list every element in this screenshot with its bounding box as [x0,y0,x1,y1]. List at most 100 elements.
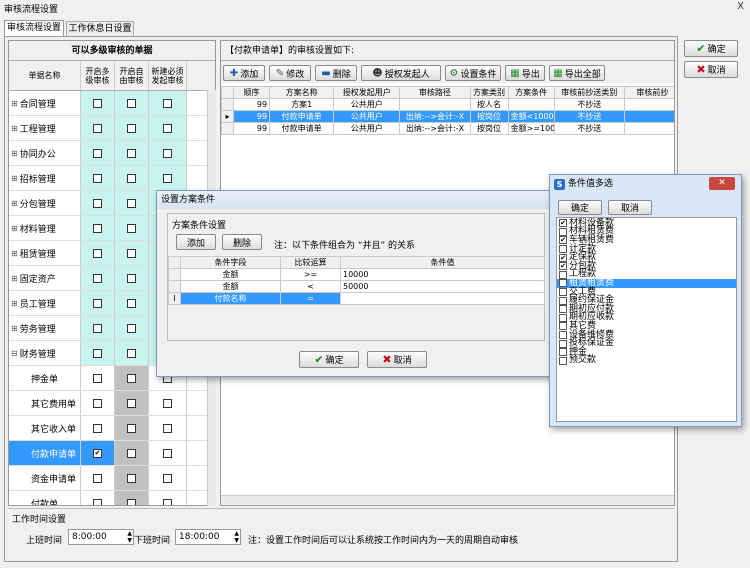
scheme-row[interactable]: ▸ 99 付款申请单 公共用户 出纳:-->会计:-X 按岗位 金额<1000 不抄送 [221,110,674,123]
row-checkbox[interactable] [127,223,136,233]
right-hscroll[interactable] [221,495,674,505]
row-checkbox[interactable] [127,198,136,208]
row-checkbox[interactable] [163,423,172,433]
row-checkbox[interactable]: ✔ [93,448,102,458]
tree-toggle-icon[interactable]: ⊞ [11,324,18,333]
row-checkbox[interactable] [163,473,172,483]
left-row[interactable]: ⊞ 合同管理 [9,91,215,116]
multiselect-checkbox[interactable] [559,331,567,340]
tree-toggle-icon[interactable]: ⊞ [11,174,18,183]
row-checkbox[interactable] [163,498,172,505]
row-checkbox[interactable] [93,348,102,358]
multiselect-checkbox[interactable] [559,227,567,236]
row-checkbox[interactable] [93,273,102,283]
left-row[interactable]: ⊞ 协同办公 [9,141,215,166]
tree-toggle-icon[interactable]: ⊞ [11,274,18,283]
row-checkbox[interactable] [163,148,172,158]
left-row[interactable]: 付款单 [9,491,215,505]
row-checkbox[interactable] [93,373,102,383]
tab-workday[interactable]: 工作休息日设置 [66,21,134,36]
dialog-ok-button[interactable]: ✔ 确定 [299,351,359,368]
multiselect-checkbox[interactable] [559,322,567,331]
row-checkbox[interactable] [163,98,172,108]
scheme-row[interactable]: 99 方案1 公共用户 按人名 不抄送 [221,98,674,111]
row-checkbox[interactable] [127,123,136,133]
row-checkbox[interactable] [93,148,102,158]
row-checkbox[interactable] [163,448,172,458]
condition-row[interactable]: 金额 <50000 [168,280,545,293]
toolbar-button-4[interactable]: ⚙ 设置条件 [445,65,501,81]
tree-toggle-icon[interactable]: ⊞ [11,149,18,158]
row-checkbox[interactable] [93,223,102,233]
left-row[interactable]: 付款申请单 ✔ [9,441,215,466]
condition-row[interactable]: I 付款名称 = [168,292,545,305]
close-icon[interactable]: X [737,1,744,12]
row-checkbox[interactable] [163,398,172,408]
tree-toggle-icon[interactable]: ⊞ [11,224,18,233]
condition-cell[interactable]: 10000 [340,268,545,281]
row-checkbox[interactable] [93,248,102,258]
condition-cell[interactable]: 付款名称 [180,292,281,305]
multiselect-checkbox[interactable]: ✔ [559,279,567,288]
row-checkbox[interactable] [163,123,172,133]
multiselect-item[interactable]: 预交款 [557,356,736,366]
tree-toggle-icon[interactable]: ⊞ [11,249,18,258]
left-row[interactable]: ⊞ 招标管理 [9,166,215,191]
row-checkbox[interactable] [127,423,136,433]
cancel-button[interactable]: ✖ 取消 [684,61,738,78]
row-checkbox[interactable] [93,198,102,208]
toolbar-button-1[interactable]: ✎ 修改 [269,65,311,81]
condition-cell[interactable]: >= [280,268,341,281]
toolbar-button-6[interactable]: ▦ 导出全部 [549,65,605,81]
row-checkbox[interactable] [93,423,102,433]
dialog-delete-button[interactable]: 删除 [222,234,262,250]
multiselect-checkbox[interactable] [559,339,567,348]
row-checkbox[interactable] [127,348,136,358]
row-checkbox[interactable] [93,323,102,333]
row-checkbox[interactable] [93,98,102,108]
row-checkbox[interactable] [93,123,102,133]
dialog-cancel-button[interactable]: ✖ 取消 [367,351,427,368]
row-checkbox[interactable] [127,298,136,308]
dialog-add-button[interactable]: 添加 [176,234,216,250]
multiselect-close-button[interactable]: ✕ [709,177,735,190]
tree-toggle-icon[interactable]: ⊞ [11,199,18,208]
multiselect-checkbox[interactable] [559,348,567,357]
tree-toggle-icon[interactable]: ⊞ [11,124,18,133]
off-time-input[interactable]: 18:00:00 ▲ ▼ [175,529,241,545]
row-checkbox[interactable] [127,498,136,505]
row-checkbox[interactable] [93,473,102,483]
multiselect-checkbox[interactable] [559,270,567,279]
multiselect-checkbox[interactable] [559,245,567,254]
multiselect-checkbox[interactable]: ✔ [559,253,567,262]
row-checkbox[interactable] [163,173,172,183]
row-checkbox[interactable] [127,473,136,483]
left-row[interactable]: 资金申请单 [9,466,215,491]
condition-cell[interactable] [340,292,545,305]
row-checkbox[interactable] [127,248,136,258]
row-checkbox[interactable] [127,98,136,108]
multiselect-checkbox[interactable]: ✔ [559,236,567,245]
tree-toggle-icon[interactable]: ⊞ [11,299,18,308]
row-checkbox[interactable] [127,273,136,283]
row-checkbox[interactable] [127,398,136,408]
row-checkbox[interactable] [93,498,102,505]
row-checkbox[interactable] [127,448,136,458]
multiselect-checkbox[interactable]: ✔ [559,219,567,228]
toolbar-button-0[interactable]: ✚ 添加 [223,65,265,81]
row-checkbox[interactable] [93,298,102,308]
tree-toggle-icon[interactable]: ⊞ [11,99,18,108]
toolbar-button-5[interactable]: ▦ 导出 [505,65,545,81]
multiselect-checkbox[interactable] [559,296,567,305]
condition-row[interactable]: 金额 >= 10000 [168,268,545,281]
left-row[interactable]: 其它费用单 [9,391,215,416]
left-row[interactable]: ⊞ 工程管理 [9,116,215,141]
multiselect-ok-button[interactable]: 确定 [558,200,602,215]
tree-toggle-icon[interactable]: ⊟ [11,349,18,358]
row-checkbox[interactable] [93,398,102,408]
row-checkbox[interactable] [127,373,136,383]
row-checkbox[interactable] [93,173,102,183]
condition-cell[interactable]: < [280,280,341,293]
multiselect-checkbox[interactable] [559,288,567,297]
multiselect-checkbox[interactable] [559,313,567,322]
